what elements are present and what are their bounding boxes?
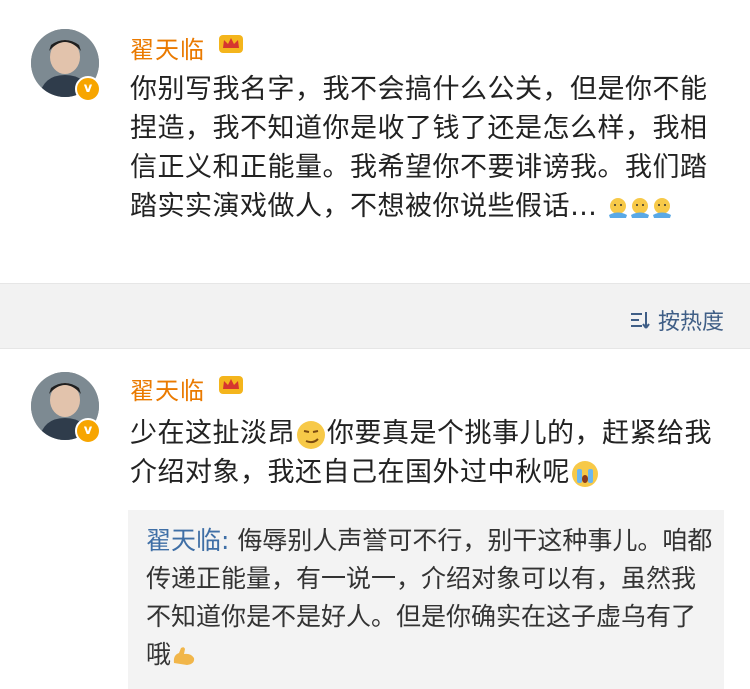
- crying-emoji-icon: [572, 460, 598, 487]
- hug-emoji-icon: [608, 197, 627, 218]
- flex-arm-emoji-icon: [173, 647, 195, 665]
- quoted-reply: 翟天临: 侮辱别人声誉可不行，别干这种事儿。咱都传递正能量，有一说一，介绍对象可…: [128, 510, 724, 689]
- verified-badge-icon: v: [75, 418, 101, 444]
- comment-card-1: v 翟天临 你别写我名字，我不会搞什么公关，但是你不能捏造，我不知道你是收了钱了…: [0, 0, 750, 283]
- comment-text: 你别写我名字，我不会搞什么公关，但是你不能捏造，我不知道你是收了钱了还是怎么样，…: [130, 70, 710, 226]
- quoted-reply-text: 翟天临: 侮辱别人声誉可不行，别干这种事儿。咱都传递正能量，有一说一，介绍对象可…: [146, 522, 716, 674]
- hug-emoji-icon: [630, 197, 649, 218]
- smirk-emoji-icon: [297, 420, 325, 449]
- quoted-username[interactable]: 翟天临:: [146, 526, 229, 555]
- sort-icon: [630, 312, 650, 329]
- sort-bar: 按热度: [0, 283, 750, 349]
- quoted-body: 侮辱别人声誉可不行，别干这种事儿。咱都传递正能量，有一说一，介绍对象可以有，虽然…: [146, 526, 713, 669]
- crown-badge-icon[interactable]: [218, 373, 244, 395]
- username[interactable]: 翟天临: [130, 371, 205, 406]
- sort-by-hot-button[interactable]: 按热度: [630, 304, 724, 336]
- comment-text-part1: 少在这扯淡昂: [130, 418, 295, 449]
- sort-label: 按热度: [657, 310, 724, 335]
- username[interactable]: 翟天临: [130, 30, 205, 65]
- comment-text: 少在这扯淡昂 你要真是个挑事儿的，赶紧给我介绍对象，我还自己在国外过中秋呢: [130, 414, 722, 492]
- crown-badge-icon[interactable]: [218, 32, 244, 54]
- verified-badge-icon: v: [75, 76, 101, 102]
- hug-emoji-icon: [652, 197, 671, 218]
